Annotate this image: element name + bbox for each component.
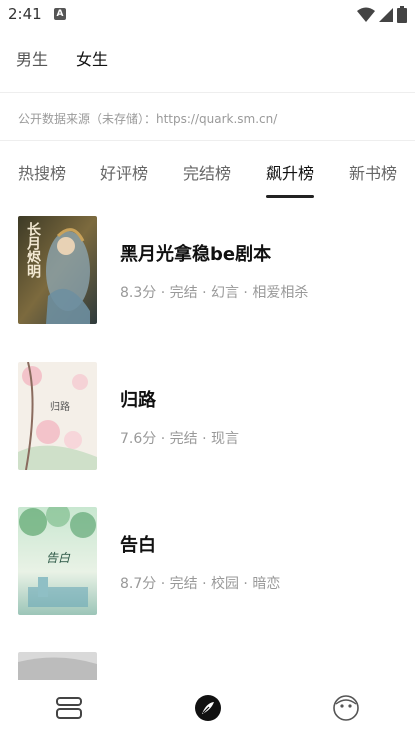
status-bar: 2:41 A [0,0,415,30]
divider [0,140,415,141]
status-icons [357,6,407,27]
notification-badge-icon: A [54,8,66,20]
bottom-nav [0,680,415,737]
book-cover[interactable]: 长月烬明 [18,216,97,324]
gender-tabs: 男生 女生 [16,46,108,70]
tab-good-reviews[interactable]: 好评榜 [100,160,148,184]
tab-male[interactable]: 男生 [16,46,48,70]
divider [0,92,415,93]
book-cover-text: 告白 [46,551,71,565]
status-time: 2:41 [8,5,42,23]
tab-rising[interactable]: 飙升榜 [266,160,314,184]
tab-female[interactable]: 女生 [76,46,108,70]
book-meta: 7.6分 · 完结 · 现言 [120,431,239,447]
book-cover-text: 归路 [50,402,70,413]
list-item[interactable]: 归路 归路 7.6分 · 完结 · 现言 [0,362,415,474]
active-tab-indicator [266,195,314,198]
book-cover-text: 长月烬明 [25,222,41,278]
profile-icon[interactable] [330,692,362,724]
book-meta: 8.7分 · 完结 · 校园 · 暗恋 [120,576,281,592]
bookshelf-icon[interactable] [53,692,85,724]
book-title[interactable]: 黑月光拿稳be剧本 [120,240,271,266]
book-title[interactable]: 告白 [120,531,156,557]
rank-tabs: 热搜榜 好评榜 完结榜 飙升榜 新书榜 [0,160,415,200]
battery-icon [397,6,407,27]
list-item[interactable]: 告白 告白 8.7分 · 完结 · 校园 · 暗恋 [0,507,415,619]
book-cover[interactable]: 归路 [18,362,97,470]
tab-new-books[interactable]: 新书榜 [349,160,397,184]
tab-completed[interactable]: 完结榜 [183,160,231,184]
discover-icon[interactable] [192,692,224,724]
list-item[interactable]: 长月烬明 黑月光拿稳be剧本 8.3分 · 完结 · 幻言 · 相爱相杀 [0,216,415,328]
data-source-note: 公开数据来源（未存储）：https://quark.sm.cn/ [18,112,278,126]
book-title[interactable]: 归路 [120,386,156,412]
tab-hot-search[interactable]: 热搜榜 [18,160,66,184]
wifi-icon [357,7,375,27]
book-cover[interactable]: 告白 [18,507,97,615]
book-meta: 8.3分 · 完结 · 幻言 · 相爱相杀 [120,285,309,301]
signal-icon [378,7,394,27]
